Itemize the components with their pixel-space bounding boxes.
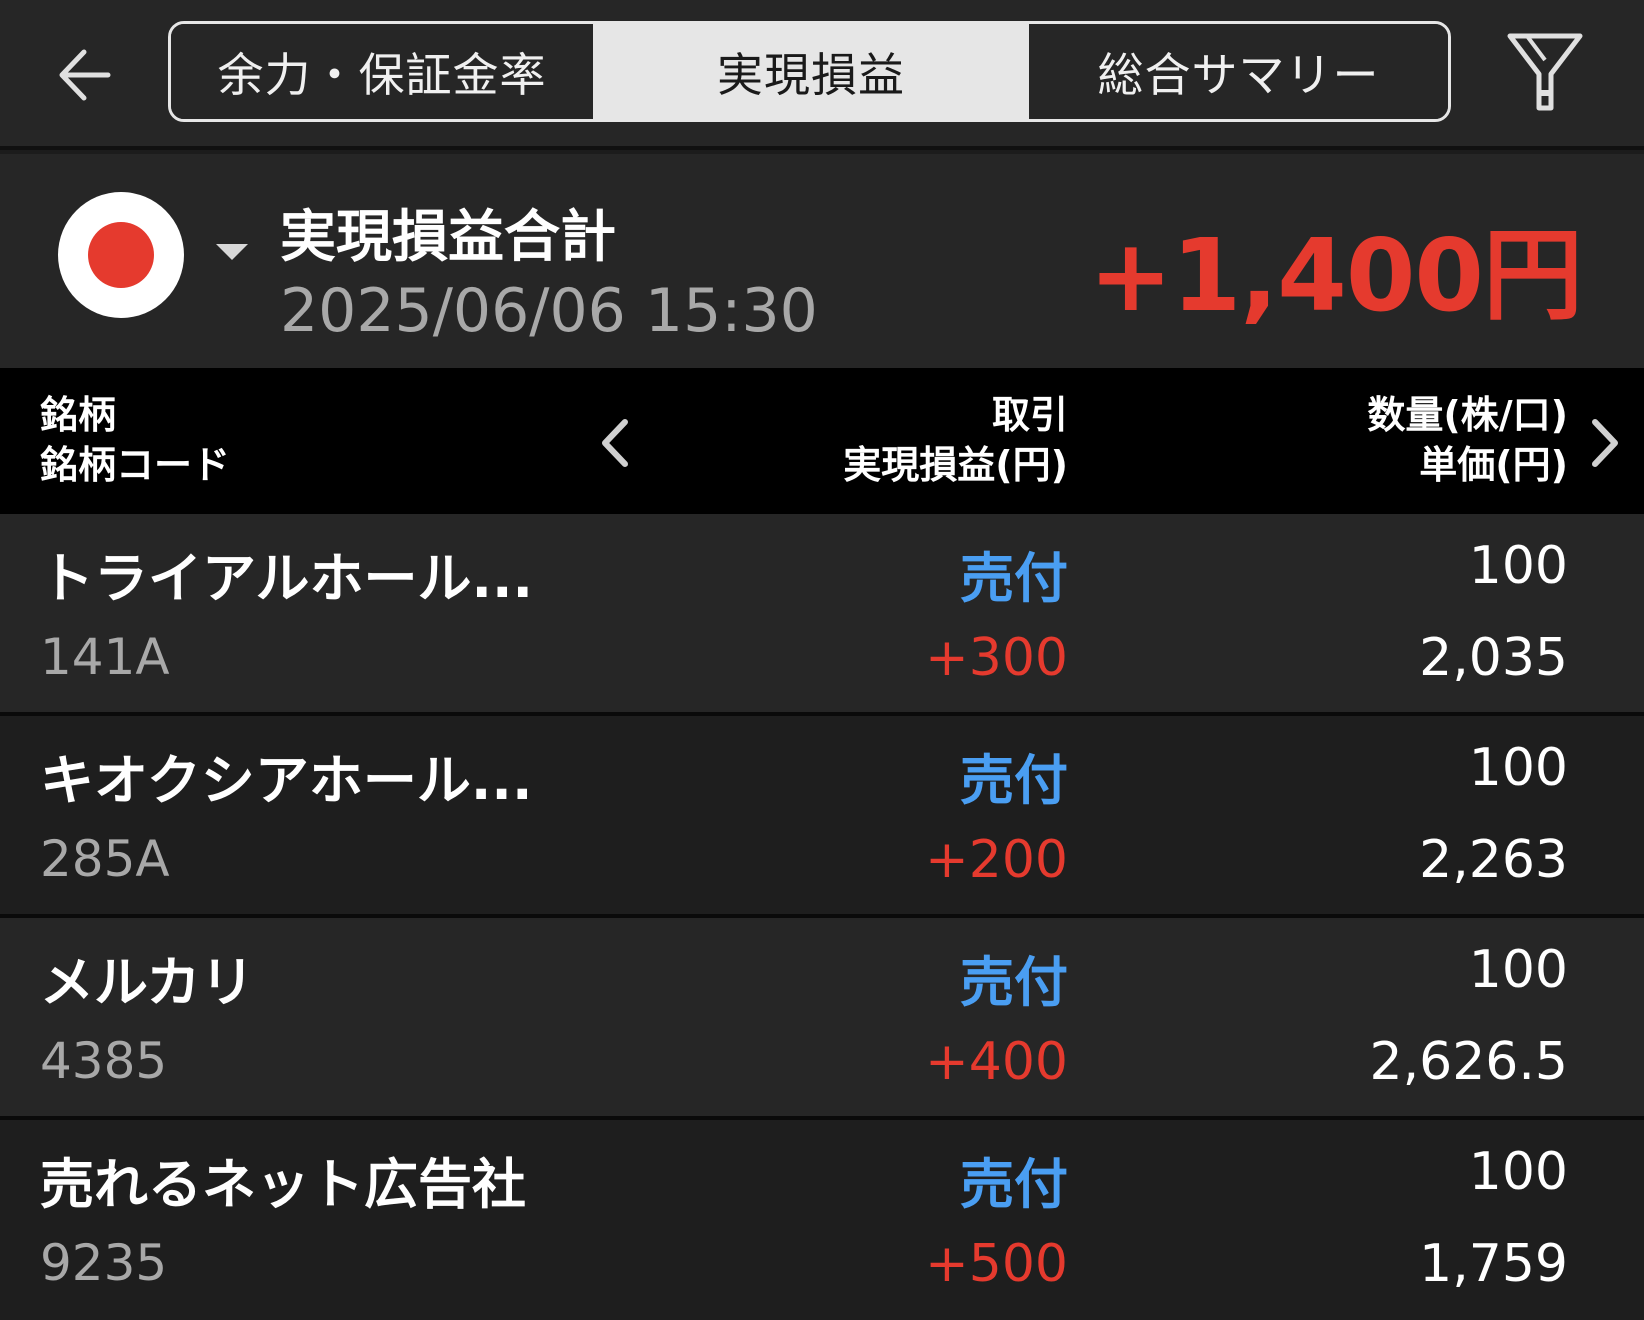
table-row[interactable]: トライアルホール... 141A 売付 +300 100 2,035	[0, 514, 1644, 712]
chevron-left-icon[interactable]	[595, 416, 635, 470]
caret-down-icon[interactable]	[214, 240, 250, 264]
realized-pnl: +400	[925, 1032, 1068, 1092]
trade-type: 売付	[960, 1153, 1068, 1216]
trade-type: 売付	[960, 749, 1068, 812]
filter-icon	[1507, 33, 1583, 111]
stock-code: 4385	[40, 1032, 168, 1090]
summary-total: +1,400円	[1088, 217, 1583, 334]
stock-name: キオクシアホール...	[40, 749, 533, 812]
top-bar: 余力・保証金率 実現損益 総合サマリー	[0, 0, 1644, 150]
stock-code: 141A	[40, 628, 170, 686]
tab-overall-summary[interactable]: 総合サマリー	[1029, 24, 1448, 119]
stock-name: トライアルホール...	[40, 547, 534, 610]
table-row[interactable]: キオクシアホール... 285A 売付 +200 100 2,263	[0, 716, 1644, 914]
back-arrow-icon	[59, 49, 111, 101]
tab-margin-rate[interactable]: 余力・保証金率	[171, 24, 593, 119]
unit-price: 1,759	[1419, 1234, 1568, 1294]
quantity: 100	[1468, 536, 1568, 596]
realized-pnl: +200	[925, 830, 1068, 890]
table-row[interactable]: 売れるネット広告社 9235 売付 +500 100 1,759	[0, 1120, 1644, 1320]
realized-pnl: +500	[925, 1234, 1068, 1294]
segment-control: 余力・保証金率 実現損益 総合サマリー	[168, 21, 1451, 122]
trade-type: 売付	[960, 547, 1068, 610]
realized-pnl: +300	[925, 628, 1068, 688]
table-row[interactable]: メルカリ 4385 売付 +400 100 2,626.5	[0, 918, 1644, 1116]
quantity: 100	[1468, 738, 1568, 798]
stock-name: メルカリ	[40, 951, 255, 1014]
summary-title: 実現損益合計	[280, 205, 616, 270]
unit-price: 2,035	[1419, 628, 1568, 688]
table-header: 銘柄 銘柄コード 取引 実現損益(円) 数量(株/口) 単価(円)	[0, 368, 1644, 514]
quantity: 100	[1468, 1142, 1568, 1202]
tab-realized-pnl[interactable]: 実現損益	[593, 24, 1029, 119]
stock-code: 285A	[40, 830, 170, 888]
trade-type: 売付	[960, 951, 1068, 1014]
filter-button[interactable]	[1505, 30, 1585, 115]
stock-name: 売れるネット広告社	[40, 1153, 526, 1216]
chevron-right-icon[interactable]	[1585, 416, 1625, 470]
unit-price: 2,626.5	[1369, 1032, 1568, 1092]
japan-flag-icon	[88, 222, 154, 288]
realized-pnl-summary: 実現損益合計 2025/06/06 15:30 +1,400円	[0, 154, 1644, 368]
back-button[interactable]	[50, 40, 140, 110]
column-header-trade: 取引 実現損益(円)	[843, 393, 1068, 487]
column-header-stock: 銘柄 銘柄コード	[40, 393, 231, 487]
column-header-quantity: 数量(株/口) 単価(円)	[1367, 393, 1568, 487]
summary-datetime: 2025/06/06 15:30	[280, 276, 818, 346]
quantity: 100	[1468, 940, 1568, 1000]
unit-price: 2,263	[1419, 830, 1568, 890]
stock-code: 9235	[40, 1234, 168, 1292]
market-selector[interactable]	[58, 192, 184, 318]
